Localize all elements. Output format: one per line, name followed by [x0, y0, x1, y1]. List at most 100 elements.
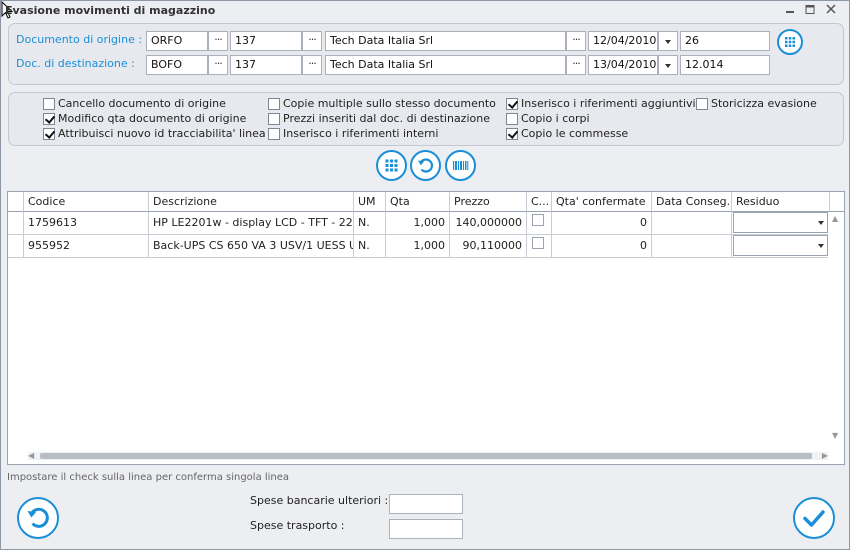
column-header-codice[interactable]: Codice	[24, 192, 149, 212]
hint-text: Impostare il check sulla linea per confe…	[7, 472, 290, 483]
destination-party-field[interactable]: Tech Data Italia Srl	[325, 55, 566, 75]
column-header-check[interactable]: C...	[527, 192, 552, 212]
vertical-scrollbar[interactable]: ▲ ▼	[828, 212, 844, 442]
cell-qta-confermate[interactable]: 0	[552, 235, 652, 258]
close-button[interactable]	[822, 2, 840, 17]
grid-icon	[385, 159, 398, 172]
minimize-icon	[786, 11, 794, 13]
cell-qta[interactable]: 1,000	[386, 212, 450, 235]
origin-type-lookup-button[interactable]: ···	[208, 31, 228, 51]
minimize-button[interactable]	[781, 2, 799, 17]
destination-number-lookup-button[interactable]: ···	[302, 55, 322, 75]
close-icon	[826, 4, 836, 14]
cell-check	[527, 235, 552, 258]
undo-icon	[418, 158, 433, 173]
origin-type-field[interactable]: ORFO	[146, 31, 208, 51]
origin-number-lookup-button[interactable]: ···	[302, 31, 322, 51]
option-label: Prezzi inseriti dal doc. di destinazione	[283, 112, 490, 125]
cell-descrizione[interactable]: Back-UPS CS 650 VA 3 USV/1 UESS U...	[149, 235, 354, 258]
checkbox-box[interactable]	[506, 98, 518, 110]
origin-date-dropdown[interactable]	[658, 31, 678, 51]
checkmark-icon	[803, 510, 825, 527]
checkbox-box[interactable]	[43, 113, 55, 125]
destination-date-dropdown[interactable]	[658, 55, 678, 75]
window: Evasione movimenti di magazzino Document…	[0, 0, 850, 550]
checkbox-box[interactable]	[696, 98, 708, 110]
cell-check	[527, 212, 552, 235]
residuo-dropdown[interactable]	[733, 212, 828, 233]
column-header-qta[interactable]: Qta	[386, 192, 450, 212]
cell-codice[interactable]: 955952	[24, 235, 149, 258]
cell-um[interactable]: N.	[354, 235, 386, 258]
scroll-right-icon[interactable]: ▶	[822, 451, 828, 460]
column-header-qta-confermate[interactable]: Qta' confermate	[552, 192, 652, 212]
option-label: Cancello documento di origine	[58, 97, 226, 110]
cell-residuo	[732, 235, 830, 258]
header-filler	[830, 192, 844, 212]
cell-prezzo[interactable]: 140,000000	[450, 212, 527, 235]
scroll-down-icon[interactable]: ▼	[832, 431, 838, 440]
select-all-button[interactable]	[376, 150, 407, 181]
destination-number-field[interactable]: 137	[230, 55, 302, 75]
cell-qta-confermate[interactable]: 0	[552, 212, 652, 235]
scroll-left-icon[interactable]: ◀	[28, 451, 34, 460]
checkbox-box[interactable]	[268, 113, 280, 125]
origin-party-lookup-button[interactable]: ···	[566, 31, 586, 51]
scroll-up-icon[interactable]: ▲	[832, 214, 838, 223]
barcode-icon	[453, 161, 469, 170]
destination-date-field[interactable]: 13/04/2010	[588, 55, 658, 75]
origin-date-field[interactable]: 12/04/2010	[588, 31, 658, 51]
spese-trasporto-label: Spese trasporto :	[250, 519, 345, 532]
column-header-prezzo[interactable]: Prezzo	[450, 192, 527, 212]
checkbox-box[interactable]	[43, 98, 55, 110]
row-indicator[interactable]	[8, 235, 24, 258]
document-grid-button[interactable]	[777, 29, 803, 55]
cell-qta[interactable]: 1,000	[386, 235, 450, 258]
barcode-button[interactable]	[445, 150, 476, 181]
undo-icon	[27, 507, 49, 528]
spese-trasporto-input[interactable]	[389, 519, 463, 539]
horizontal-scroll-thumb[interactable]	[40, 453, 812, 459]
row-indicator[interactable]	[8, 212, 24, 235]
checkbox-box[interactable]	[506, 113, 518, 125]
checkbox-box[interactable]	[268, 128, 280, 140]
checkbox-box[interactable]	[506, 128, 518, 140]
option-label: Inserisco i riferimenti interni	[283, 127, 439, 140]
destination-party-lookup-button[interactable]: ···	[566, 55, 586, 75]
row-confirm-checkbox[interactable]	[532, 237, 544, 249]
option-label: Storicizza evasione	[711, 97, 817, 110]
cell-residuo	[732, 212, 830, 235]
destination-type-field[interactable]: BOFO	[146, 55, 208, 75]
origin-number-field[interactable]: 137	[230, 31, 302, 51]
spese-bancarie-input[interactable]	[389, 494, 463, 514]
cell-codice[interactable]: 1759613	[24, 212, 149, 235]
residuo-dropdown[interactable]	[733, 235, 828, 256]
column-header-data-consegna[interactable]: Data Conseg...	[652, 192, 732, 212]
checkbox-box[interactable]	[268, 98, 280, 110]
confirm-button[interactable]	[793, 497, 835, 539]
origin-party-field[interactable]: Tech Data Italia Srl	[325, 31, 566, 51]
row-confirm-checkbox[interactable]	[532, 214, 544, 226]
cell-data-consegna[interactable]	[652, 235, 732, 258]
maximize-button[interactable]	[801, 2, 819, 17]
cell-data-consegna[interactable]	[652, 212, 732, 235]
cell-prezzo[interactable]: 90,110000	[450, 235, 527, 258]
reset-button[interactable]	[410, 150, 441, 181]
title-bar: Evasione movimenti di magazzino	[1, 1, 849, 21]
destination-extra-field[interactable]: 12.014	[680, 55, 770, 75]
cell-um[interactable]: N.	[354, 212, 386, 235]
cell-descrizione[interactable]: HP LE2201w - display LCD - TFT - 22"	[149, 212, 354, 235]
destination-type-lookup-button[interactable]: ···	[208, 55, 228, 75]
option-label: Modifico qta documento di origine	[58, 112, 247, 125]
origin-extra-field[interactable]: 26	[680, 31, 770, 51]
horizontal-scrollbar[interactable]: ◀ ▶	[28, 451, 828, 460]
column-header-residuo[interactable]: Residuo	[732, 192, 830, 212]
checkbox-box[interactable]	[43, 128, 55, 140]
back-button[interactable]	[17, 497, 59, 539]
column-header-um[interactable]: UM	[354, 192, 386, 212]
origin-label: Documento di origine :	[16, 33, 143, 46]
option-label: Copio le commesse	[521, 127, 629, 140]
column-header-descrizione[interactable]: Descrizione	[149, 192, 354, 212]
window-title: Evasione movimenti di magazzino	[5, 4, 216, 17]
row-indicator-header	[8, 192, 24, 212]
